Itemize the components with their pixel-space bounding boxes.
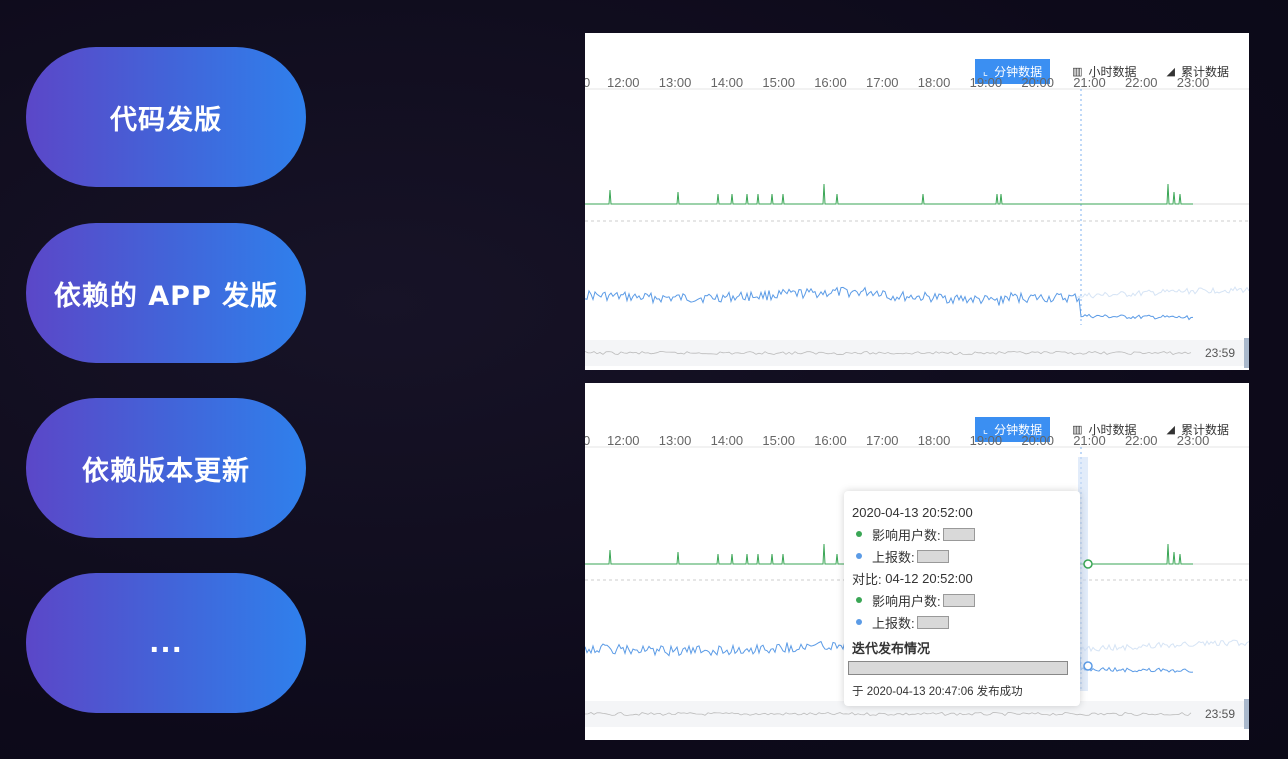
label: 影响用户数: bbox=[872, 593, 941, 609]
release-footer: 于 2020-04-13 20:47:06 发布成功 bbox=[852, 686, 1023, 698]
tick-label: 22:00 bbox=[1125, 433, 1158, 448]
tick-label: 18:00 bbox=[918, 75, 951, 90]
redacted-value bbox=[942, 593, 975, 607]
tick-label: 20:00 bbox=[1021, 75, 1054, 90]
redacted-release-info bbox=[848, 661, 1068, 675]
tick-label: 19:00 bbox=[970, 75, 1003, 90]
green-series-line bbox=[585, 183, 1193, 205]
hover-point-blue bbox=[1083, 661, 1093, 671]
tick-label: 18:00 bbox=[918, 433, 951, 448]
tick-label: 13:00 bbox=[659, 433, 692, 448]
chart-panel-bottom: ⌞ 分钟数据 ▥ 小时数据 ◢ 累计数据 0 12:00 13:00 14:00 15:… bbox=[585, 383, 1249, 740]
release-title: 迭代发布情况 bbox=[852, 640, 931, 656]
comparison-series-line bbox=[1074, 639, 1249, 653]
green-dot-icon bbox=[856, 597, 862, 603]
navigator-handle bbox=[1244, 338, 1249, 368]
chart-tooltip: 2020-04-13 20:52:00 影响用户数: 上报数: 对比: 04-1… bbox=[844, 491, 1080, 706]
tick-label: 21:00 bbox=[1073, 75, 1106, 90]
tooltip-compare-affected: 影响用户数: bbox=[852, 589, 1072, 611]
tick-label: 14:00 bbox=[711, 75, 744, 90]
end-time-label: 23:59 bbox=[1205, 346, 1235, 360]
tick-label: 21:00 bbox=[1073, 433, 1106, 448]
tooltip-reports: 上报数: bbox=[852, 545, 1072, 567]
code-release-button[interactable]: 代码发版 bbox=[26, 47, 306, 187]
blue-dot-icon bbox=[856, 553, 862, 559]
tick-label: 23:00 bbox=[1177, 75, 1210, 90]
time-series-chart[interactable]: 0 12:00 13:00 14:00 15:00 16:00 17:00 18:00 19:0… bbox=[585, 33, 1249, 370]
compare-time: 04-12 20:52:00 bbox=[885, 570, 973, 586]
label: 上报数: bbox=[872, 615, 915, 631]
end-time-label: 23:59 bbox=[1205, 707, 1235, 721]
navigator-handle bbox=[1244, 699, 1249, 729]
tick-label: 22:00 bbox=[1125, 75, 1158, 90]
green-dot-icon bbox=[856, 531, 862, 537]
dependent-app-release-button[interactable]: 依赖的 APP 发版 bbox=[26, 223, 306, 363]
more-button[interactable]: ... bbox=[26, 573, 306, 713]
tooltip-affected-users: 影响用户数: bbox=[852, 523, 1072, 545]
label: 对比: bbox=[852, 571, 882, 587]
tick-label: 17:00 bbox=[866, 433, 899, 448]
tick-label: 0 bbox=[585, 433, 590, 448]
tick-label: 15:00 bbox=[762, 433, 795, 448]
tick-label: 20:00 bbox=[1021, 433, 1054, 448]
tick-label: 0 bbox=[585, 75, 590, 90]
redacted-value bbox=[916, 549, 949, 563]
tick-label: 13:00 bbox=[659, 75, 692, 90]
redacted-value bbox=[942, 527, 975, 541]
tick-label: 12:00 bbox=[607, 75, 640, 90]
tooltip-timestamp: 2020-04-13 20:52:00 bbox=[852, 504, 973, 520]
tick-label: 14:00 bbox=[711, 433, 744, 448]
redacted-value bbox=[916, 615, 949, 629]
tooltip-compare-reports: 上报数: bbox=[852, 611, 1072, 633]
navigator bbox=[585, 340, 1249, 366]
hover-point-green bbox=[1083, 559, 1093, 569]
chart-panel-top: ⌞ 分钟数据 ▥ 小时数据 ◢ 累计数据 0 12:00 13:00 14:00 15:… bbox=[585, 33, 1249, 370]
label: 上报数: bbox=[872, 549, 915, 565]
tick-label: 15:00 bbox=[762, 75, 795, 90]
blue-series-line bbox=[585, 286, 1194, 321]
tick-label: 16:00 bbox=[814, 75, 847, 90]
tick-label: 19:00 bbox=[970, 433, 1003, 448]
tick-label: 16:00 bbox=[814, 433, 847, 448]
tick-label: 17:00 bbox=[866, 75, 899, 90]
blue-dot-icon bbox=[856, 619, 862, 625]
label: 影响用户数: bbox=[872, 527, 941, 543]
tooltip-compare: 对比: 04-12 20:52:00 bbox=[852, 567, 1072, 589]
tick-label: 12:00 bbox=[607, 433, 640, 448]
comparison-series-line bbox=[1074, 286, 1249, 299]
tick-label: 23:00 bbox=[1177, 433, 1210, 448]
dependency-update-button[interactable]: 依赖版本更新 bbox=[26, 398, 306, 538]
